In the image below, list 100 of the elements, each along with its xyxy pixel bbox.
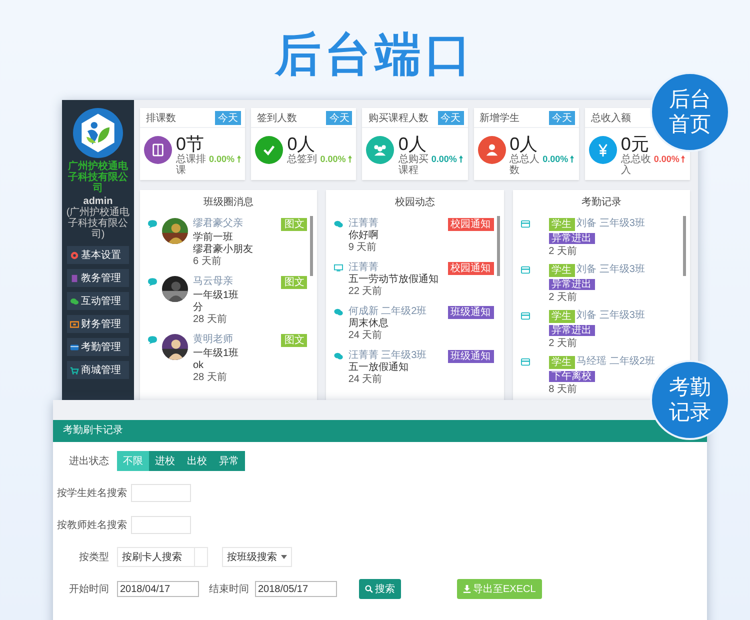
chat-icon: [148, 278, 157, 286]
time-text: 24 天前: [348, 330, 384, 342]
author-name: 汪菁菁 三年级3班: [348, 350, 428, 362]
card-icon: [520, 266, 530, 274]
news-title: 五一放假通知: [348, 362, 410, 374]
message-text: ok: [193, 360, 205, 372]
time-text: 22 天前: [348, 286, 384, 298]
time-text: 28 天前: [193, 372, 228, 384]
chat-icon: [334, 220, 344, 228]
menu-item[interactable]: 考勤管理: [67, 338, 129, 356]
cart-icon: [70, 366, 79, 374]
student-name: 马经瑶 二年级2班: [576, 356, 655, 369]
time-text: 2 天前: [548, 292, 578, 304]
chat-icon: [148, 220, 157, 228]
news-title: 周末休息: [348, 318, 390, 330]
author-name: 缪君豪父亲: [193, 218, 243, 230]
school-logo: [73, 108, 123, 158]
category-tag: 班级通知: [448, 306, 494, 319]
author-name: 马云母亲: [193, 276, 233, 288]
company-name: 广州护校通电子科技有限公司: [67, 161, 129, 194]
news-title: 你好啊: [348, 230, 380, 242]
badge-text: 考勤: [669, 375, 711, 400]
type-tag: 图文: [281, 334, 308, 347]
dropdown-button[interactable]: 按班级搜索: [222, 547, 292, 567]
card-icon: [70, 342, 79, 352]
message-text: 缪君豪小朋友: [193, 244, 254, 256]
role-tag: 学生: [548, 310, 575, 323]
menu-item[interactable]: 教务管理: [67, 269, 129, 287]
stat-value: 0人: [398, 134, 428, 154]
badge-text: 后台: [669, 87, 711, 112]
period-tag: 今天: [548, 111, 575, 125]
page-title: 后台端口: [274, 27, 476, 82]
status-tag: 异常进出: [548, 279, 595, 290]
panel-title: 考勤记录: [580, 196, 622, 210]
message-text: 分: [193, 302, 204, 314]
time-text: 2 天前: [548, 246, 578, 258]
stat-label: 新增学生: [480, 112, 520, 125]
panel-title: 校园动态: [394, 196, 436, 210]
stat-caption: 总课排课: [176, 154, 207, 176]
field-label: 按学生姓名搜索: [56, 486, 128, 500]
status-tag: 下午离校: [548, 371, 595, 382]
chat-icon: [70, 296, 79, 306]
card-icon: [520, 312, 530, 320]
stat-label: 总收入额: [590, 112, 631, 125]
caret-icon: [281, 555, 287, 559]
date-field[interactable]: 2018/05/17: [255, 581, 337, 597]
search-icon: [365, 585, 373, 593]
time-text: 8 天前: [548, 384, 578, 396]
money-icon: [70, 320, 79, 328]
stat-caption: 总总收入: [620, 154, 652, 176]
chat-icon: [148, 336, 157, 344]
time-text: 24 天前: [348, 374, 384, 386]
search-button[interactable]: 搜索: [359, 579, 401, 599]
menu-item[interactable]: 商城管理: [67, 361, 129, 379]
arrow-up-icon: [348, 155, 352, 163]
menu-item[interactable]: 财务管理: [67, 315, 129, 333]
arrow-up-icon: [681, 155, 686, 163]
time-text: 6 天前: [193, 256, 222, 268]
stat-value: 0人: [287, 134, 316, 154]
arrow-up-icon: [458, 155, 463, 163]
author-name: 黄明老师: [193, 334, 233, 346]
status-tag: 异常进出: [548, 233, 595, 244]
input-field[interactable]: [131, 484, 191, 502]
field-label: 按类型: [78, 550, 110, 564]
dropdown-button[interactable]: 按刷卡人搜索: [117, 547, 208, 567]
change-text: 0.00%: [431, 154, 457, 165]
class-name: 学前一班: [193, 232, 233, 244]
menu-item[interactable]: 互动管理: [67, 292, 129, 310]
period-tag: 今天: [215, 111, 242, 125]
organization-name: (广州护校通电子科技有限公司): [65, 207, 131, 240]
class-name: 一年级1班: [193, 348, 239, 360]
change-text: 0.00%: [542, 154, 568, 165]
date-field[interactable]: 2018/04/17: [117, 581, 199, 597]
stat-caption: 总购买课程: [398, 154, 430, 176]
type-tag: 图文: [281, 218, 308, 231]
author-name: 汪菁菁: [348, 262, 380, 274]
menu-item[interactable]: 基本设置: [67, 246, 129, 264]
change-text: 0.00%: [320, 154, 346, 165]
student-name: 刘备 三年级3班: [576, 218, 645, 231]
time-text: 2 天前: [548, 338, 578, 350]
badge-text: 首页: [669, 112, 711, 137]
field-label: 进出状态: [68, 454, 110, 468]
role-tag: 学生: [548, 356, 575, 369]
role-tag: 学生: [548, 218, 575, 231]
card-icon: [520, 358, 530, 366]
time-text: 9 天前: [348, 242, 378, 254]
stat-value: 0人: [510, 134, 539, 154]
period-tag: 今天: [438, 111, 464, 125]
field-label: 结束时间: [209, 582, 249, 596]
change-text: 0.00%: [654, 154, 680, 165]
chat-icon: [334, 308, 344, 316]
class-name: 一年级1班: [193, 290, 239, 302]
author-name: 何成新 二年级2班: [348, 306, 428, 318]
time-text: 28 天前: [193, 314, 228, 326]
stat-label: 购买课程人数: [368, 112, 428, 125]
input-field[interactable]: [131, 516, 191, 534]
category-tag: 班级通知: [448, 350, 494, 363]
scrollbar: [682, 216, 686, 276]
field-label: 开始时间: [68, 582, 110, 596]
category-tag: 校园通知: [448, 218, 494, 231]
